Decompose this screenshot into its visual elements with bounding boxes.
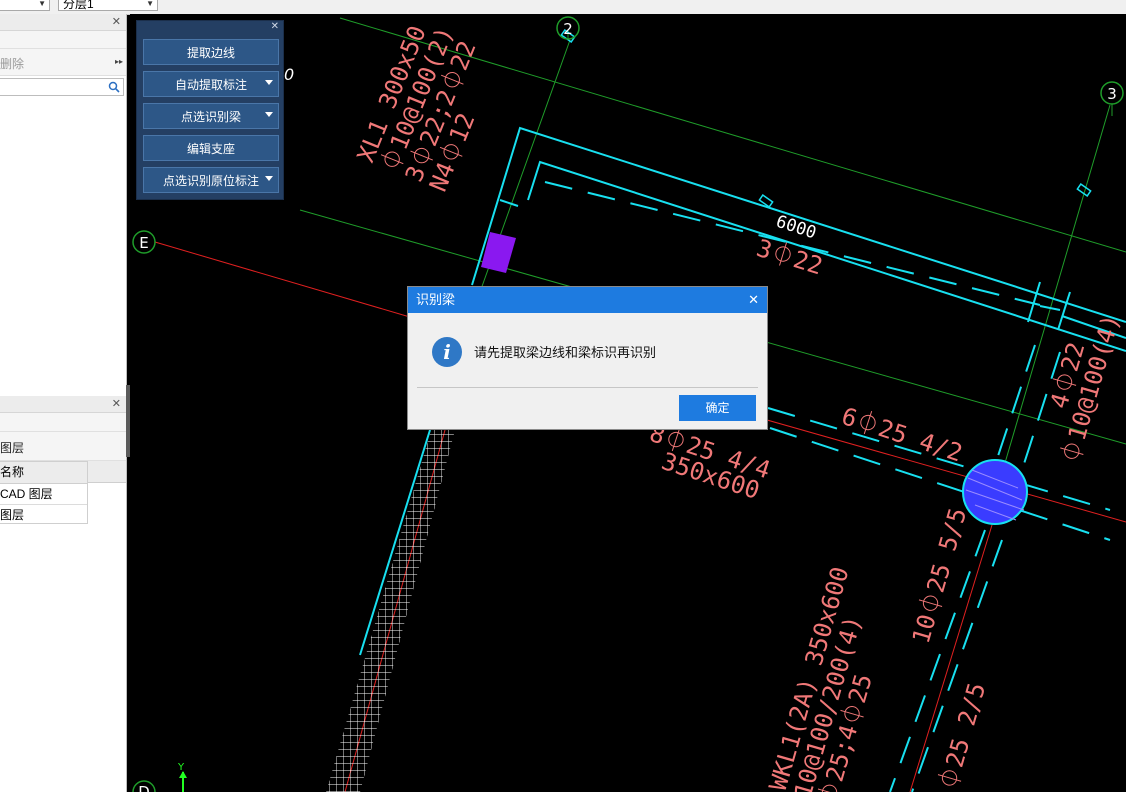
floor-combo[interactable]: 分层1 ▼ [58,0,158,11]
button-label: 提取边线 [186,45,235,60]
top-toolbar: ▼ 分层1 ▼ [0,0,1126,15]
extract-edge-button[interactable]: 提取边线 [143,39,279,65]
span-bars: 3⏀22 [753,234,826,280]
dropdown-arrow-icon[interactable] [265,112,273,117]
table-row[interactable]: CAD 图层 [0,484,87,505]
more-icon[interactable]: ▸▸ [115,57,123,66]
layer-panel-titlebar: ✕ [0,396,126,413]
layer-table-header: 名称 [0,462,87,484]
column-strip [326,429,455,792]
floor-combo-value: 分层1 [63,0,94,11]
component-panel-titlebar: ✕ [0,14,126,31]
axis-y-label: Y [177,762,185,773]
dialog-title-text: 识别梁 [416,292,456,307]
button-label: 编辑支座 [186,141,235,156]
column-text-b: ⏀25 2/5 [934,680,991,792]
beam-recognition-toolbar: ✕ 提取边线 自动提取标注 点选识别梁 编辑支座 点选识别原位标注 [136,20,284,200]
close-icon[interactable]: ✕ [748,287,759,313]
table-row[interactable]: 图层 [0,505,87,525]
left-combo[interactable]: ▼ [0,0,50,11]
auto-extract-annotation-button[interactable]: 自动提取标注 [143,71,279,97]
layer-panel-title: 图层 [0,441,25,455]
delete-button[interactable]: 删除 [0,55,24,72]
recognize-beam-dialog: 识别梁 ✕ i 请先提取梁边线和梁标识再识别 确定 [407,286,768,430]
axis-label-e: E [139,234,148,252]
search-input[interactable] [0,78,124,96]
dropdown-arrow-icon[interactable] [265,80,273,85]
button-label: 自动提取标注 [174,77,247,92]
axis-label-3: 3 [1107,85,1117,103]
ucs-axis-icon: Y [177,762,187,792]
layer-table-header-filler [88,461,126,483]
edge-text: 0 [284,65,294,84]
dialog-title: 识别梁 ✕ [408,287,767,313]
left-panel: ✕ 删除 ▸▸ ✕ 图层 名称 CAD 图层 图层 [0,14,127,792]
dialog-divider [417,387,758,388]
panel-header-row [0,31,126,49]
layer-panel-header [0,413,126,432]
close-icon[interactable]: ✕ [271,21,279,32]
ok-button[interactable]: 确定 [679,395,756,421]
grid-markers [560,29,1092,208]
column-text-a: 10⏀25 5/5 [907,505,972,647]
button-label: 点选识别梁 [180,109,241,124]
chevron-down-icon: ▼ [146,0,154,8]
dialog-message: 请先提取梁边线和梁标识再识别 [474,345,657,360]
axis-label-d: D [138,783,150,792]
chevron-down-icon: ▼ [38,0,46,8]
search-icon [108,81,120,93]
pick-recognize-beam-button[interactable]: 点选识别梁 [143,103,279,129]
info-icon: i [432,337,462,367]
edit-support-button[interactable]: 编辑支座 [143,135,279,161]
pick-recognize-inplace-annotation-button[interactable]: 点选识别原位标注 [143,167,279,193]
layer-table: 名称 CAD 图层 图层 [0,461,88,524]
dropdown-arrow-icon[interactable] [265,176,273,181]
layer-panel-toolbar: 图层 [0,432,126,461]
panel-toolbar: 删除 ▸▸ [0,49,126,76]
axis-label-2: 2 [563,20,573,38]
column-circle [962,459,1028,525]
close-icon[interactable]: ✕ [112,396,121,412]
close-icon[interactable]: ✕ [112,14,121,30]
button-label: 点选识别原位标注 [162,173,259,188]
